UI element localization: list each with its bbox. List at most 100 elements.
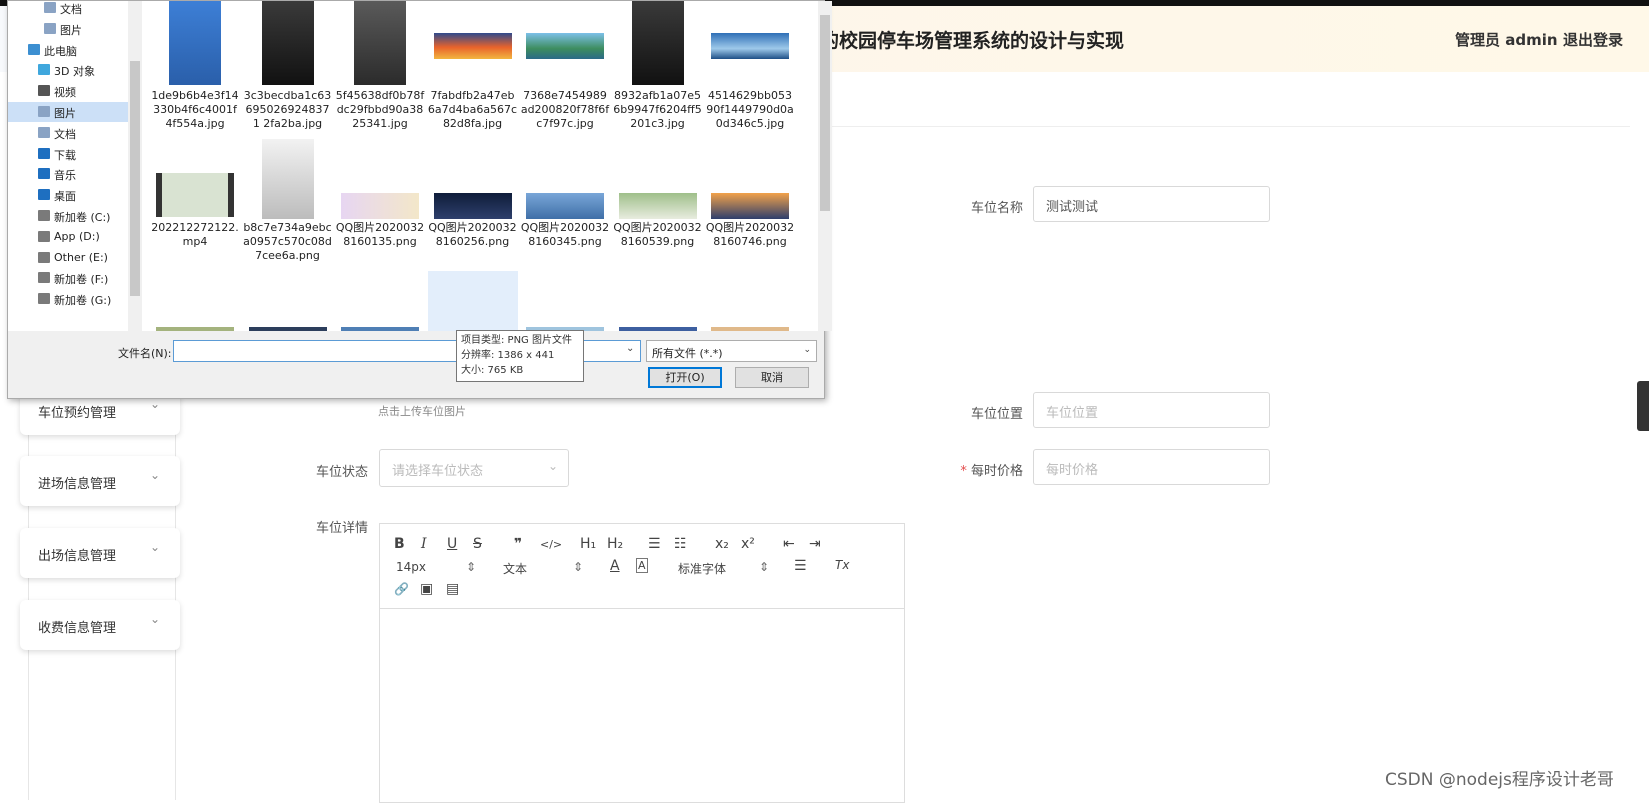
- name-input[interactable]: 测试测试: [1033, 186, 1270, 222]
- sidebar-item-entry[interactable]: 进场信息管理 ⌄: [20, 456, 180, 506]
- file-item[interactable]: QQ图片20200328160746.png: [705, 133, 795, 263]
- image-thumbnail: [526, 193, 604, 219]
- file-item[interactable]: 7fabdfb2a47eb6a7d4ba6a567c82d8fa.jpg: [428, 1, 518, 131]
- subscript-icon[interactable]: x₂: [715, 536, 729, 552]
- font-size-select[interactable]: 14px: [396, 560, 426, 574]
- rich-text-editor: B I U S ❞ </> H₁ H₂ ☰ ☷ x₂ x² ⇤ ⇥ 14px ⇕…: [379, 523, 905, 803]
- sidebar-item-folder[interactable]: 此电脑: [8, 40, 128, 60]
- background-color-icon[interactable]: A: [636, 558, 648, 573]
- file-name: 3c3becdba1c636950269248371 2fa2ba.jpg: [243, 89, 332, 130]
- video-icon[interactable]: ▤: [446, 581, 459, 597]
- sidebar-item-folder[interactable]: 文档: [8, 0, 128, 18]
- file-list-scrollbar[interactable]: [818, 1, 832, 331]
- price-input[interactable]: 每时价格: [1033, 449, 1270, 485]
- chevron-down-icon: ⌄: [150, 612, 161, 626]
- bullet-list-icon[interactable]: ☷: [674, 536, 687, 552]
- image-thumbnail: [156, 327, 234, 331]
- scrollbar-thumb[interactable]: [820, 15, 830, 211]
- tooltip-type: 项目类型: PNG 图片文件: [461, 335, 572, 346]
- sidebar-item-folder[interactable]: 下载: [8, 144, 128, 164]
- file-item[interactable]: 4514629bb05390f1449790d0a0d346c5.jpg: [705, 1, 795, 131]
- underline-icon[interactable]: U: [447, 536, 457, 552]
- image-thumbnail: [711, 33, 789, 59]
- folder-label: 图片: [60, 23, 82, 37]
- side-collapse-tab[interactable]: [1637, 381, 1649, 431]
- heading2-icon[interactable]: H₂: [607, 536, 623, 552]
- file-item[interactable]: 7368e7454989ad200820f78f6fc7f97c.jpg: [520, 1, 610, 131]
- quote-icon[interactable]: ❞: [514, 536, 522, 552]
- bold-icon[interactable]: B: [394, 536, 405, 552]
- file-item[interactable]: QQ图片20200328160539.png: [613, 133, 703, 263]
- drive-icon: [38, 230, 50, 242]
- sidebar-item-folder[interactable]: App (D:): [8, 227, 128, 247]
- link-icon[interactable]: 🔗: [394, 582, 409, 596]
- location-input[interactable]: 车位位置: [1033, 392, 1270, 428]
- indent-icon[interactable]: ⇥: [809, 536, 821, 552]
- chevron-down-icon: ⌄: [150, 468, 161, 482]
- format-select[interactable]: 文本: [503, 560, 527, 577]
- italic-icon[interactable]: I: [421, 536, 427, 552]
- open-button[interactable]: 打开(O): [648, 367, 722, 388]
- file-item[interactable]: 8932afb1a07e56b9947f6204ff5201c3.jpg: [613, 1, 703, 131]
- sidebar-item-exit[interactable]: 出场信息管理 ⌄: [20, 528, 180, 578]
- align-icon[interactable]: ☰: [794, 558, 807, 574]
- tooltip-resolution: 分辨率: 1386 x 441: [461, 350, 555, 361]
- sidebar-item-fee[interactable]: 收费信息管理 ⌄: [20, 600, 180, 650]
- logout-link[interactable]: 退出登录: [1563, 29, 1623, 50]
- sidebar-item-folder[interactable]: 桌面: [8, 185, 128, 205]
- sidebar-item-folder[interactable]: Other (E:): [8, 248, 128, 268]
- drive-icon: [38, 272, 50, 284]
- outdent-icon[interactable]: ⇤: [783, 536, 795, 552]
- drive-icon: [38, 251, 50, 263]
- sidebar-item-folder[interactable]: 新加卷 (C:): [8, 206, 128, 226]
- font-color-icon[interactable]: A: [610, 558, 620, 574]
- sidebar-item-folder[interactable]: 3D 对象: [8, 60, 128, 80]
- file-item-hovered[interactable]: [428, 271, 518, 331]
- code-icon[interactable]: </>: [540, 538, 562, 551]
- folder-label: 新加卷 (G:): [54, 294, 112, 308]
- filetype-select[interactable]: 所有文件 (*.*) ⌄: [646, 340, 817, 362]
- detail-label: 车位详情: [315, 521, 368, 536]
- sidebar-item-folder[interactable]: 新加卷 (F:): [8, 268, 128, 288]
- file-item[interactable]: b8c7e734a9ebca0957c570c08d7cee6a.png: [243, 133, 333, 263]
- superscript-icon[interactable]: x²: [741, 536, 755, 552]
- status-label: 车位状态: [315, 465, 368, 480]
- sidebar-item-folder[interactable]: 视频: [8, 81, 128, 101]
- chevron-down-icon: ⌄: [150, 540, 161, 554]
- image-thumbnail: [631, 1, 684, 85]
- file-item[interactable]: QQ图片20200328160135.png: [335, 133, 425, 263]
- image-thumbnail: [261, 139, 314, 219]
- file-item[interactable]: QQ图片20200328160256.png: [428, 133, 518, 263]
- strikethrough-icon[interactable]: S: [473, 536, 482, 552]
- computer-icon: [28, 43, 40, 55]
- ordered-list-icon[interactable]: ☰: [648, 536, 661, 552]
- clear-format-icon[interactable]: Tx: [835, 558, 849, 572]
- file-item[interactable]: QQ图片20200328160345.png: [520, 133, 610, 263]
- sidebar-item-folder[interactable]: 新加卷 (G:): [8, 289, 128, 309]
- status-placeholder: 请选择车位状态: [392, 464, 484, 479]
- file-item[interactable]: 3c3becdba1c636950269248371 2fa2ba.jpg: [243, 1, 333, 131]
- file-item[interactable]: 202212272122.mp4: [150, 133, 240, 263]
- sidebar-item-folder[interactable]: 图片: [8, 19, 128, 39]
- image-icon[interactable]: ▣: [420, 581, 433, 597]
- cancel-button[interactable]: 取消: [735, 367, 809, 388]
- status-select[interactable]: 请选择车位状态 ⌄: [379, 449, 569, 487]
- filetype-value: 所有文件 (*.*): [652, 347, 723, 360]
- file-name: 202212272122.mp4: [151, 221, 239, 248]
- heading1-icon[interactable]: H₁: [580, 536, 596, 552]
- sidebar-item-folder[interactable]: 文档: [8, 123, 128, 143]
- sidebar-item-folder[interactable]: 音乐: [8, 164, 128, 184]
- scrollbar-thumb[interactable]: [130, 61, 140, 296]
- sidebar-item-folder[interactable]: 图片: [8, 102, 128, 122]
- document-icon: [38, 126, 50, 138]
- file-name: QQ图片20200328160539.png: [613, 221, 702, 248]
- image-thumbnail: [711, 193, 789, 219]
- file-item[interactable]: 5f45638df0b78fdc29fbbd90a3825341.jpg: [335, 1, 425, 131]
- chevron-down-icon[interactable]: ⌄: [626, 343, 634, 354]
- upload-hint[interactable]: 点击上传车位图片: [378, 403, 466, 419]
- font-family-select[interactable]: 标准字体: [678, 560, 726, 577]
- folder-label: 新加卷 (F:): [54, 273, 109, 287]
- folder-tree-scrollbar[interactable]: [128, 1, 142, 331]
- file-item[interactable]: 1de9b6b4e3f14330b4f6c4001f4f554a.jpg: [150, 1, 240, 131]
- cube-icon: [38, 64, 50, 76]
